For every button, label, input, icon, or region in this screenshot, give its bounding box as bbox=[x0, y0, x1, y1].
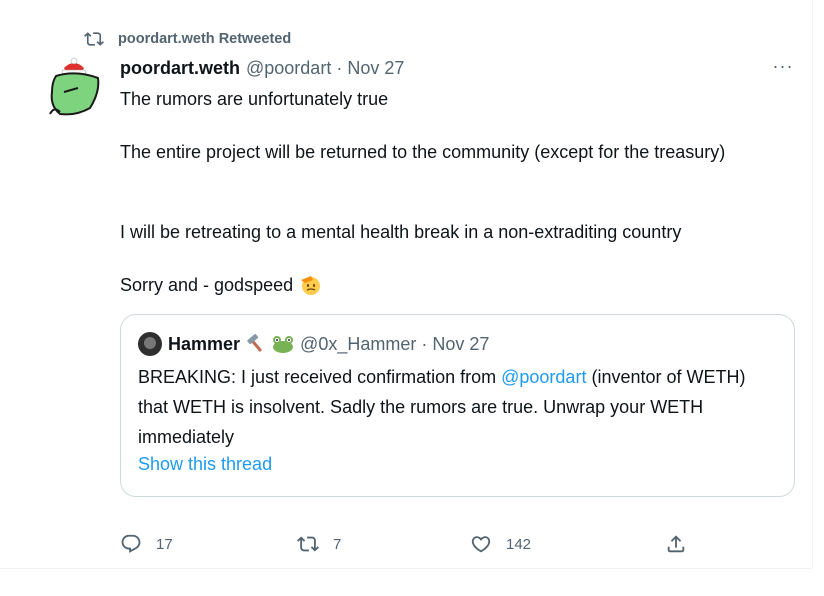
action-bar: 17 7 142 bbox=[120, 533, 700, 557]
like-count: 142 bbox=[506, 535, 532, 553]
share-icon bbox=[667, 535, 685, 553]
heart-icon bbox=[471, 536, 491, 553]
divider bbox=[812, 0, 813, 568]
retweet-context: poordart.weth Retweeted bbox=[84, 29, 291, 49]
separator-dot: · bbox=[336, 58, 343, 78]
tweet-date[interactable]: Nov 27 bbox=[347, 58, 404, 79]
retweet-icon bbox=[84, 32, 104, 46]
quoted-author-handle[interactable]: @0x_Hammer bbox=[300, 334, 416, 355]
tweet-paragraph: Sorry and - godspeed bbox=[120, 275, 294, 295]
quoted-text-before: BREAKING: I just received confirmation f… bbox=[138, 367, 502, 387]
separator-dot: · bbox=[421, 333, 428, 354]
share-button[interactable] bbox=[665, 533, 687, 555]
retweet-icon bbox=[297, 536, 319, 552]
hammer-emoji-icon bbox=[247, 334, 262, 352]
tweet-header: poordart.weth @poordart · Nov 27 bbox=[120, 58, 404, 79]
frog-emoji-icon bbox=[273, 336, 294, 353]
more-options-icon[interactable]: ··· bbox=[770, 56, 796, 82]
reply-count: 17 bbox=[156, 535, 173, 553]
tweet-paragraph: The rumors are unfortunately true bbox=[120, 89, 389, 109]
tweet-paragraph: The entire project will be returned to t… bbox=[120, 142, 726, 162]
show-thread-link[interactable]: Show this thread bbox=[138, 454, 272, 475]
retweet-button[interactable]: 7 bbox=[297, 533, 341, 555]
author-handle[interactable]: @poordart bbox=[246, 58, 331, 79]
tweet-paragraph: I will be retreating to a mental health … bbox=[120, 222, 682, 242]
reply-button[interactable]: 17 bbox=[120, 533, 173, 555]
quoted-tweet-header: Hammer @0x_Hammer · Nov 27 bbox=[138, 332, 489, 356]
avatar[interactable] bbox=[46, 56, 102, 120]
quoted-tweet-date[interactable]: Nov 27 bbox=[432, 334, 489, 355]
quoted-tweet-text: BREAKING: I just received confirmation f… bbox=[138, 362, 778, 452]
quoted-tweet[interactable]: Hammer @0x_Hammer · Nov 27 BREAKING: I j… bbox=[120, 314, 795, 497]
quoted-avatar[interactable] bbox=[138, 332, 162, 356]
tweet-card[interactable]: poordart.weth Retweeted poordart.weth @p… bbox=[0, 0, 812, 568]
author-name[interactable]: poordart.weth bbox=[120, 58, 240, 79]
quoted-author-name[interactable]: Hammer bbox=[168, 334, 240, 355]
retweet-context-text: poordart.weth Retweeted bbox=[118, 31, 292, 47]
divider bbox=[0, 568, 812, 569]
reply-icon bbox=[121, 534, 141, 553]
retweet-count: 7 bbox=[333, 535, 342, 553]
salute-emoji-icon bbox=[301, 276, 321, 295]
tweet-paragraph-row: Sorry and - godspeed bbox=[120, 273, 321, 297]
like-button[interactable]: 142 bbox=[470, 533, 531, 555]
mention-link[interactable]: @poordart bbox=[501, 367, 586, 387]
